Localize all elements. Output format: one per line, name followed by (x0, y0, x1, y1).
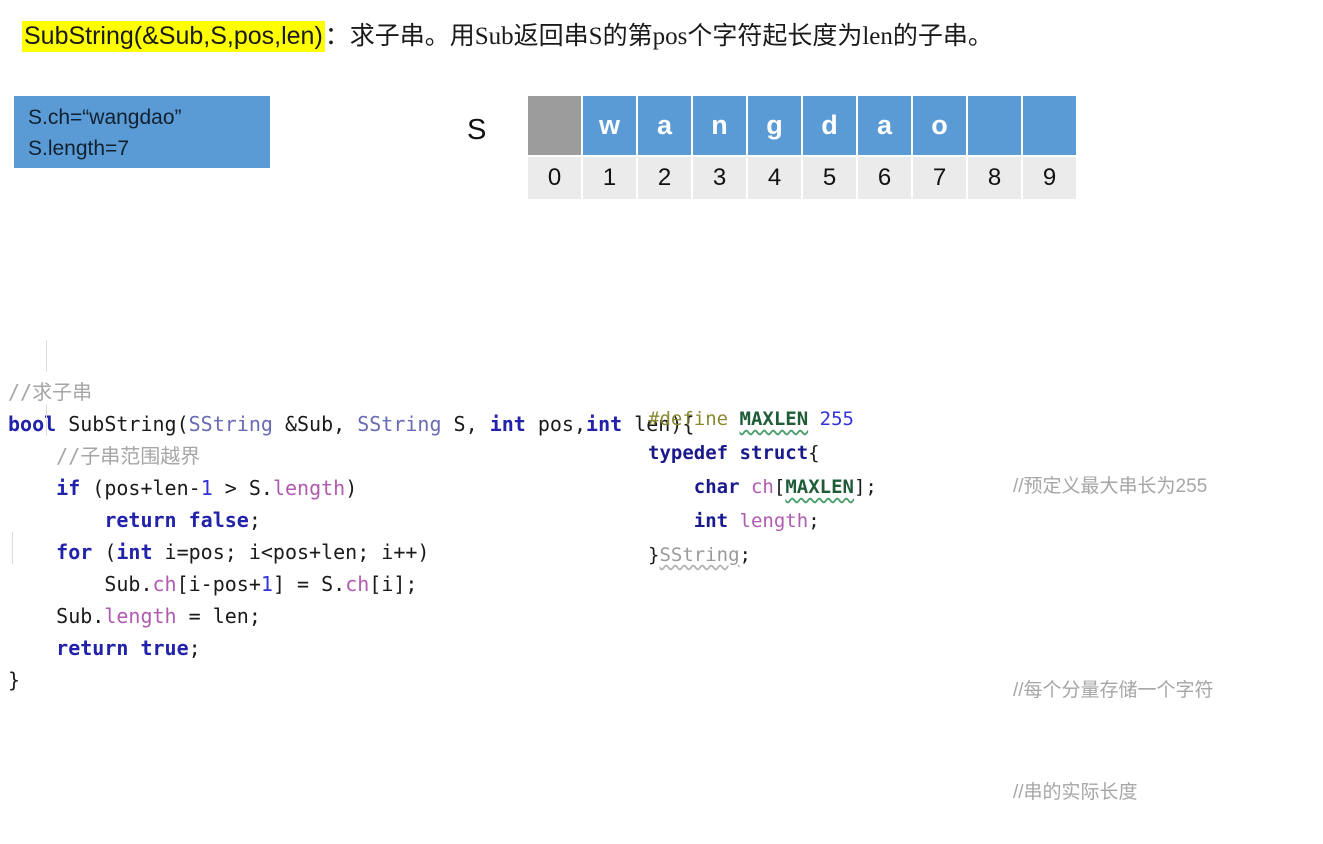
array-cell-2: a (638, 96, 693, 157)
comment-spacer (1013, 572, 1214, 606)
callout-line-ch: S.ch=“wangdao” (28, 106, 182, 129)
comment-length-field: //串的实际长度 (1013, 782, 1138, 803)
page-title-description: ：求子串。用Sub返回串S的第pos个字符起长度为len的子串。 (324, 23, 993, 50)
array-index-1: 1 (583, 157, 638, 199)
array-cell-6: a (858, 96, 913, 157)
array-index-row: 0123456789 (528, 157, 1078, 199)
array-index-3: 3 (693, 157, 748, 199)
comment-maxlen: //预定义最大串长为255 (1013, 476, 1208, 497)
array-index-0: 0 (528, 157, 583, 199)
page-title-highlight: SubString(&Sub,S,pos,len) (22, 21, 325, 52)
array-index-4: 4 (748, 157, 803, 199)
string-value-callout: S.ch=“wangdao” S.length=7 (14, 96, 270, 168)
sstring-struct-code: #define MAXLEN 255 typedef struct{ char … (648, 408, 877, 566)
array-index-8: 8 (968, 157, 1023, 199)
array-index-9: 9 (1023, 157, 1078, 199)
substring-function-code: //求子串 bool SubString(SString &Sub, SStri… (8, 248, 694, 696)
array-cell-7: o (913, 96, 968, 157)
array-index-6: 6 (858, 157, 913, 199)
array-cell-9 (1023, 96, 1078, 157)
array-index-7: 7 (913, 157, 968, 199)
array-cell-4: g (748, 96, 803, 157)
callout-line-length: S.length=7 (28, 137, 130, 160)
array-index-5: 5 (803, 157, 858, 199)
array-cells: wangdao 0123456789 (528, 96, 1078, 199)
struct-code-comments: //预定义最大串长为255 //每个分量存储一个字符 //串的实际长度 (1013, 402, 1214, 844)
array-cell-0 (528, 96, 583, 157)
comment-ch-field: //每个分量存储一个字符 (1013, 680, 1214, 701)
array-cell-8 (968, 96, 1023, 157)
page-title: SubString(&Sub,S,pos,len)：求子串。用Sub返回串S的第… (22, 18, 993, 55)
array-index-2: 2 (638, 157, 693, 199)
array-cell-1: w (583, 96, 638, 157)
array-cell-5: d (803, 96, 858, 157)
array-label: S (467, 114, 487, 146)
array-character-row: wangdao (528, 96, 1078, 157)
array-cell-3: n (693, 96, 748, 157)
code-comment-substring: //求子串 (8, 380, 93, 404)
